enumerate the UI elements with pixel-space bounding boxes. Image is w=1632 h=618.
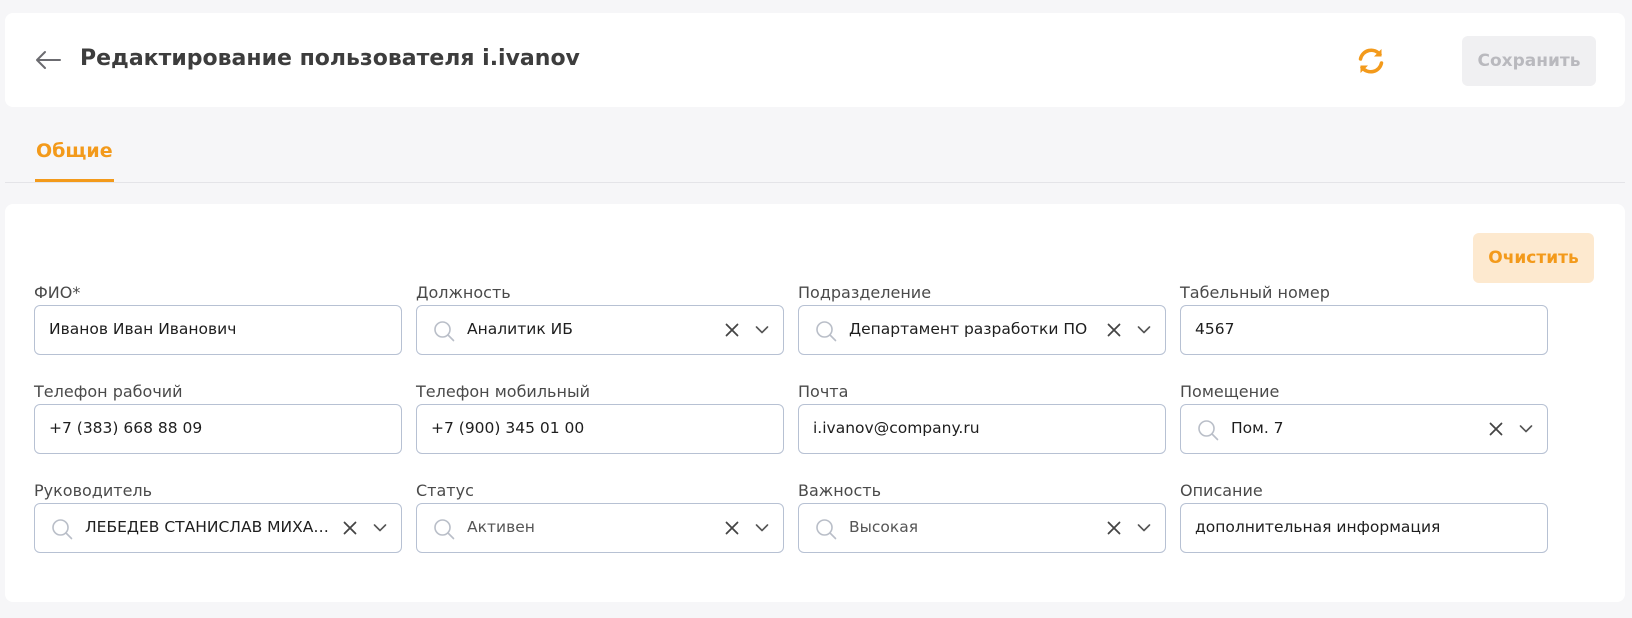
priority-value: Высокая xyxy=(849,518,919,536)
manager-select[interactable]: ЛЕБЕДЕВ СТАНИСЛАВ МИХАЙЛОВИЧ xyxy=(34,503,402,553)
position-label: Должность xyxy=(416,283,511,302)
description-label: Описание xyxy=(1180,481,1263,500)
fio-value: Иванов Иван Иванович xyxy=(49,320,237,338)
chevron-down-icon[interactable] xyxy=(373,523,387,533)
chevron-down-icon[interactable] xyxy=(755,325,769,335)
close-icon[interactable] xyxy=(1489,422,1503,436)
search-icon xyxy=(816,519,837,540)
priority-label: Важность xyxy=(798,481,881,500)
chevron-down-icon[interactable] xyxy=(1137,523,1151,533)
room-select[interactable]: Пом. 7 xyxy=(1180,404,1548,454)
fio-label: ФИО* xyxy=(34,283,81,302)
department-field: Подразделение Департамент разработки ПО xyxy=(798,283,1166,355)
mobile-phone-input[interactable]: +7 (900) 345 01 00 xyxy=(416,404,784,454)
priority-field: Важность Высокая xyxy=(798,481,1166,553)
search-icon xyxy=(434,321,455,342)
employee-number-label: Табельный номер xyxy=(1180,283,1330,302)
search-icon xyxy=(434,519,455,540)
employee-number-field: Табельный номер 4567 xyxy=(1180,283,1548,355)
close-icon[interactable] xyxy=(343,521,357,535)
work-phone-input[interactable]: +7 (383) 668 88 09 xyxy=(34,404,402,454)
mobile-phone-field: Телефон мобильный +7 (900) 345 01 00 xyxy=(416,382,784,454)
employee-number-input[interactable]: 4567 xyxy=(1180,305,1548,355)
manager-label: Руководитель xyxy=(34,481,153,500)
description-input[interactable]: дополнительная информация xyxy=(1180,503,1548,553)
position-value: Аналитик ИБ xyxy=(467,320,573,338)
email-input[interactable]: i.ivanov@company.ru xyxy=(798,404,1166,454)
status-value: Активен xyxy=(467,518,535,536)
manager-field: Руководитель ЛЕБЕДЕВ СТАНИСЛАВ МИХАЙЛОВИ… xyxy=(34,481,402,553)
room-field: Помещение Пом. 7 xyxy=(1180,382,1548,454)
search-icon xyxy=(816,321,837,342)
employee-number-value: 4567 xyxy=(1195,320,1235,338)
close-icon[interactable] xyxy=(725,323,739,337)
chevron-down-icon[interactable] xyxy=(755,523,769,533)
refresh-icon[interactable] xyxy=(1355,45,1387,77)
status-label: Статус xyxy=(416,481,474,500)
department-select[interactable]: Департамент разработки ПО xyxy=(798,305,1166,355)
department-label: Подразделение xyxy=(798,283,932,302)
position-select[interactable]: Аналитик ИБ xyxy=(416,305,784,355)
search-icon xyxy=(1198,420,1219,441)
back-arrow-icon[interactable] xyxy=(34,49,62,71)
chevron-down-icon[interactable] xyxy=(1519,424,1533,434)
room-label: Помещение xyxy=(1180,382,1280,401)
description-field: Описание дополнительная информация xyxy=(1180,481,1548,553)
fio-field: ФИО* Иванов Иван Иванович xyxy=(34,283,402,355)
search-icon xyxy=(52,519,73,540)
clear-form-button[interactable]: Очистить xyxy=(1473,233,1594,283)
chevron-down-icon[interactable] xyxy=(1137,325,1151,335)
room-value: Пом. 7 xyxy=(1231,419,1284,437)
mobile-phone-label: Телефон мобильный xyxy=(416,382,590,401)
description-value: дополнительная информация xyxy=(1195,518,1441,536)
page-title: Редактирование пользователя i.ivanov xyxy=(80,46,580,71)
close-icon[interactable] xyxy=(1107,323,1121,337)
work-phone-value: +7 (383) 668 88 09 xyxy=(49,419,203,437)
tab-general[interactable]: Общие xyxy=(35,140,114,182)
position-field: Должность Аналитик ИБ xyxy=(416,283,784,355)
email-field: Почта i.ivanov@company.ru xyxy=(798,382,1166,454)
page-header: Редактирование пользователя i.ivanov Сох… xyxy=(5,13,1625,107)
department-value: Департамент разработки ПО xyxy=(849,320,1088,338)
work-phone-label: Телефон рабочий xyxy=(34,382,183,401)
email-value: i.ivanov@company.ru xyxy=(813,419,980,437)
save-button[interactable]: Сохранить xyxy=(1462,36,1596,86)
status-field: Статус Активен xyxy=(416,481,784,553)
email-label: Почта xyxy=(798,382,849,401)
close-icon[interactable] xyxy=(725,521,739,535)
fio-input[interactable]: Иванов Иван Иванович xyxy=(34,305,402,355)
user-form: Очистить ФИО* Иванов Иван Иванович Должн… xyxy=(5,204,1625,602)
priority-select[interactable]: Высокая xyxy=(798,503,1166,553)
manager-value: ЛЕБЕДЕВ СТАНИСЛАВ МИХАЙЛОВИЧ xyxy=(85,518,333,536)
work-phone-field: Телефон рабочий +7 (383) 668 88 09 xyxy=(34,382,402,454)
close-icon[interactable] xyxy=(1107,521,1121,535)
mobile-phone-value: +7 (900) 345 01 00 xyxy=(431,419,585,437)
tab-bar: Общие xyxy=(5,120,1625,183)
status-select[interactable]: Активен xyxy=(416,503,784,553)
